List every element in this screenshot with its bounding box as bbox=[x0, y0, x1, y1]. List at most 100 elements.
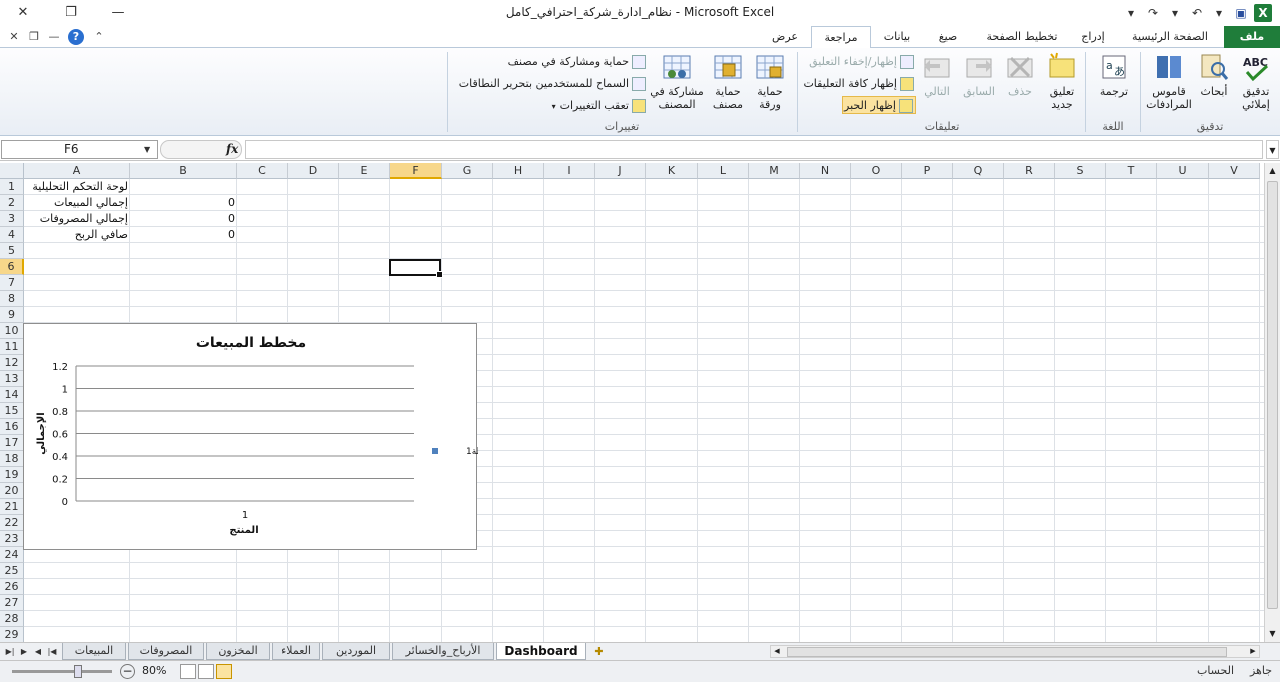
scroll-up-icon[interactable]: ▲ bbox=[1265, 163, 1280, 179]
tab-file[interactable]: ملف bbox=[1224, 26, 1280, 48]
column-header-e[interactable]: E bbox=[339, 163, 390, 179]
column-header-h[interactable]: H bbox=[493, 163, 544, 179]
row-header-15[interactable]: 15 bbox=[0, 403, 24, 419]
dropdown-icon[interactable]: ▾ bbox=[1166, 4, 1184, 22]
cell-b2[interactable]: 0 bbox=[132, 195, 235, 211]
row-header-13[interactable]: 13 bbox=[0, 371, 24, 387]
row-header-10[interactable]: 10 bbox=[0, 323, 24, 339]
row-header-2[interactable]: 2 bbox=[0, 195, 24, 211]
dropdown-icon[interactable]: ▾ bbox=[1210, 4, 1228, 22]
row-header-1[interactable]: 1 bbox=[0, 179, 24, 195]
tab-home[interactable]: الصفحة الرئيسية bbox=[1118, 26, 1222, 48]
normal-view-icon[interactable] bbox=[216, 664, 232, 679]
row-header-27[interactable]: 27 bbox=[0, 595, 24, 611]
zoom-slider-thumb[interactable] bbox=[74, 665, 82, 678]
next-sheet-icon[interactable]: ▶ bbox=[18, 644, 30, 660]
row-header-14[interactable]: 14 bbox=[0, 387, 24, 403]
sheet-tab[interactable]: الأرباح_والخسائر bbox=[392, 643, 494, 660]
previous-sheet-icon[interactable]: ◀ bbox=[32, 644, 44, 660]
vertical-scrollbar[interactable]: ▲ ▼ bbox=[1264, 163, 1280, 642]
help-icon[interactable]: ? bbox=[68, 29, 84, 45]
column-header-f[interactable]: F bbox=[390, 163, 442, 179]
row-header-29[interactable]: 29 bbox=[0, 627, 24, 642]
column-header-a[interactable]: A bbox=[24, 163, 130, 179]
cell-b4[interactable]: 0 bbox=[132, 227, 235, 243]
row-header-25[interactable]: 25 bbox=[0, 563, 24, 579]
column-header-j[interactable]: J bbox=[595, 163, 646, 179]
translate-button[interactable]: aあ ترجمة bbox=[1094, 52, 1134, 98]
column-header-m[interactable]: M bbox=[749, 163, 800, 179]
redo-icon[interactable]: ↷ bbox=[1144, 4, 1162, 22]
vertical-scroll-thumb[interactable] bbox=[1267, 181, 1278, 609]
row-header-23[interactable]: 23 bbox=[0, 531, 24, 547]
research-button[interactable]: أبحاث bbox=[1196, 52, 1232, 98]
horizontal-scroll-thumb[interactable] bbox=[787, 647, 1227, 657]
zoom-out-icon[interactable]: − bbox=[120, 664, 135, 679]
tab-formulas[interactable]: صيغ bbox=[925, 26, 971, 48]
customize-qat-icon[interactable]: ▾ bbox=[1122, 4, 1140, 22]
chevron-down-icon[interactable]: ▼ bbox=[144, 140, 150, 159]
previous-comment-button[interactable]: السابق bbox=[958, 52, 1000, 98]
row-header-16[interactable]: 16 bbox=[0, 419, 24, 435]
sheet-tab[interactable]: المصروفات bbox=[128, 643, 204, 660]
protect-workbook-button[interactable]: حماية مصنف bbox=[708, 52, 748, 111]
restore-workbook-icon[interactable]: ❐ bbox=[26, 29, 42, 45]
row-header-22[interactable]: 22 bbox=[0, 515, 24, 531]
row-header-28[interactable]: 28 bbox=[0, 611, 24, 627]
tab-view[interactable]: عرض bbox=[762, 26, 808, 48]
scroll-down-icon[interactable]: ▼ bbox=[1265, 626, 1280, 642]
column-header-v[interactable]: V bbox=[1209, 163, 1260, 179]
close-workbook-icon[interactable]: ✕ bbox=[6, 29, 22, 45]
allow-edit-ranges-button[interactable]: السماح للمستخدمين بتحرير النطاقات bbox=[450, 75, 646, 93]
row-header-8[interactable]: 8 bbox=[0, 291, 24, 307]
column-header-k[interactable]: K bbox=[646, 163, 698, 179]
minimize-workbook-icon[interactable]: — bbox=[46, 29, 62, 45]
show-all-comments-button[interactable]: إظهار كافة التعليقات bbox=[800, 75, 914, 93]
name-box[interactable]: F6 bbox=[1, 140, 158, 159]
spelling-button[interactable]: ABC تدقيق إملائي bbox=[1236, 52, 1276, 111]
expand-formula-icon[interactable]: ▼ bbox=[1266, 140, 1279, 159]
share-workbook-button[interactable]: مشاركة في المصنف bbox=[648, 52, 706, 111]
column-header-q[interactable]: Q bbox=[953, 163, 1004, 179]
show-hide-comment-button[interactable]: إظهار/إخفاء التعليق bbox=[800, 53, 914, 71]
excel-icon[interactable]: X bbox=[1254, 4, 1272, 22]
horizontal-scrollbar[interactable]: ◀ ▶ bbox=[770, 645, 1260, 658]
column-header-c[interactable]: C bbox=[237, 163, 288, 179]
show-ink-button[interactable]: إظهار الحبر bbox=[842, 96, 916, 114]
scroll-left-icon[interactable]: ◀ bbox=[771, 646, 783, 657]
column-header-n[interactable]: N bbox=[800, 163, 851, 179]
row-header-11[interactable]: 11 bbox=[0, 339, 24, 355]
column-header-b[interactable]: B bbox=[130, 163, 237, 179]
cell-b3[interactable]: 0 bbox=[132, 211, 235, 227]
tab-review[interactable]: مراجعة bbox=[811, 26, 871, 49]
zoom-level[interactable]: 80% bbox=[142, 664, 166, 677]
sheet-tab[interactable]: المبيعات bbox=[62, 643, 126, 660]
row-header-7[interactable]: 7 bbox=[0, 275, 24, 291]
track-changes-button[interactable]: تعقب التغييرات▾ bbox=[520, 97, 646, 115]
next-comment-button[interactable]: التالي bbox=[918, 52, 956, 98]
row-header-19[interactable]: 19 bbox=[0, 467, 24, 483]
sheet-tab[interactable]: المخزون bbox=[206, 643, 270, 660]
worksheet-grid[interactable]: ABCDEFGHIJKLMNOPQRSTUV 1 2 3 4 5 6 7 8 9 10 11 12 13… bbox=[0, 163, 1264, 642]
row-header-24[interactable]: 24 bbox=[0, 547, 24, 563]
cell-a3[interactable]: إجمالي المصروفات bbox=[26, 211, 128, 227]
row-header-5[interactable]: 5 bbox=[0, 243, 24, 259]
sheet-tab[interactable]: الموردين bbox=[322, 643, 390, 660]
column-header-l[interactable]: L bbox=[698, 163, 749, 179]
undo-icon[interactable]: ↶ bbox=[1188, 4, 1206, 22]
cell-a4[interactable]: صافي الربح bbox=[26, 227, 128, 243]
row-header-12[interactable]: 12 bbox=[0, 355, 24, 371]
active-cell-selection[interactable] bbox=[389, 259, 443, 278]
column-header-p[interactable]: P bbox=[902, 163, 953, 179]
column-header-d[interactable]: D bbox=[288, 163, 339, 179]
column-header-r[interactable]: R bbox=[1004, 163, 1055, 179]
row-header-20[interactable]: 20 bbox=[0, 483, 24, 499]
row-header-9[interactable]: 9 bbox=[0, 307, 24, 323]
row-header-17[interactable]: 17 bbox=[0, 435, 24, 451]
sheet-tab[interactable]: العملاء bbox=[272, 643, 320, 660]
row-header-3[interactable]: 3 bbox=[0, 211, 24, 227]
new-comment-button[interactable]: تعليق جديد bbox=[1040, 52, 1084, 111]
column-header-t[interactable]: T bbox=[1106, 163, 1157, 179]
column-header-i[interactable]: I bbox=[544, 163, 595, 179]
column-header-o[interactable]: O bbox=[851, 163, 902, 179]
